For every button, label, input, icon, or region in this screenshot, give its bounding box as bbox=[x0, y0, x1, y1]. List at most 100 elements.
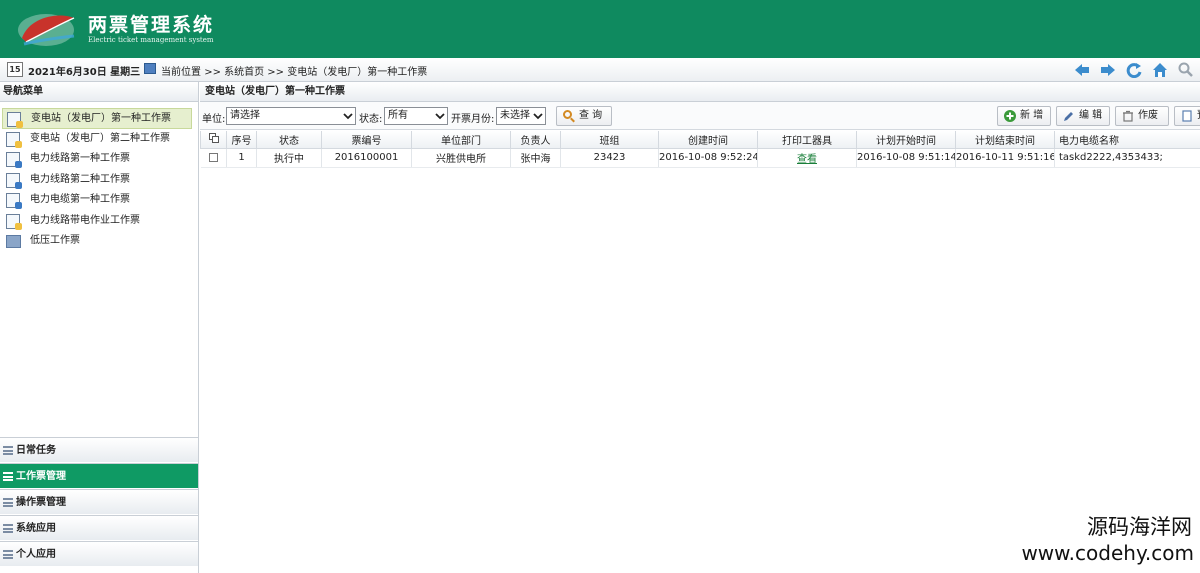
nav-item-substation-second[interactable]: 变电站（发电厂）第二种工作票 bbox=[2, 129, 192, 150]
app-header: 两票管理系统 Electric ticket management system bbox=[0, 0, 1200, 58]
section-label: 日常任务 bbox=[16, 445, 56, 456]
section-label: 工作票管理 bbox=[16, 471, 66, 482]
column-header-team: 班组 bbox=[560, 131, 659, 149]
section-system[interactable]: 系统应用 bbox=[0, 515, 198, 540]
nav-item-label: 电力线路带电作业工作票 bbox=[30, 214, 140, 226]
menu-icon bbox=[3, 550, 13, 559]
search-icon bbox=[563, 110, 572, 119]
section-label: 系统应用 bbox=[16, 523, 56, 534]
document-icon bbox=[6, 172, 22, 189]
back-arrow-icon[interactable] bbox=[1072, 60, 1092, 80]
ticket-table: 序号 状态 票编号 单位部门 负责人 班组 创建时间 打印工器具 计划开始时间 … bbox=[200, 131, 1200, 168]
unit-select[interactable]: 请选择 bbox=[226, 107, 356, 125]
forward-arrow-icon[interactable] bbox=[1098, 60, 1118, 80]
nav-item-line-first[interactable]: 电力线路第一种工作票 bbox=[2, 149, 192, 170]
stack-icon bbox=[6, 235, 21, 248]
search-icon[interactable] bbox=[1176, 60, 1196, 80]
watermark-line1: 源码海洋网 bbox=[1087, 515, 1192, 539]
cell-owner: 张中海 bbox=[510, 148, 561, 168]
nav-item-label: 变电站（发电厂）第二种工作票 bbox=[30, 132, 170, 144]
leaf-logo-icon bbox=[18, 14, 75, 46]
section-daily-tasks[interactable]: 日常任务 bbox=[0, 437, 198, 462]
nav-item-substation-first[interactable]: 变电站（发电厂）第一种工作票 bbox=[2, 108, 192, 129]
void-label: 作废 bbox=[1138, 110, 1158, 121]
status-select[interactable]: 所有 bbox=[384, 107, 448, 125]
column-header-status: 状态 bbox=[256, 131, 322, 149]
query-button[interactable]: 查 询 bbox=[556, 106, 612, 126]
column-header-cable-name: 电力电缆名称 bbox=[1054, 131, 1200, 149]
add-button[interactable]: 新 增 bbox=[997, 106, 1051, 126]
preview-button[interactable]: 预 bbox=[1174, 106, 1200, 126]
nav-item-line-second[interactable]: 电力线路第二种工作票 bbox=[2, 170, 192, 191]
cell-print-tools: 查看 bbox=[757, 148, 857, 168]
pencil-icon bbox=[1064, 112, 1073, 121]
menu-icon bbox=[3, 472, 13, 481]
page-title: 变电站（发电厂）第一种工作票 bbox=[200, 82, 1200, 102]
cell-department: 兴胜供电所 bbox=[411, 148, 511, 168]
cell-team: 23423 bbox=[560, 148, 659, 168]
current-date: 2021年6月30日 星期三 bbox=[28, 67, 141, 78]
breadcrumb: 当前位置 >> 系统首页 >> 变电站（发电厂）第一种工作票 bbox=[161, 63, 427, 78]
filter-bar: 单位: 请选择 状态: 所有 开票月份: 未选择 查 询 新 增 编 辑 作废 bbox=[200, 102, 1200, 130]
nav-list: 变电站（发电厂）第一种工作票 变电站（发电厂）第二种工作票 电力线路第一种工作票… bbox=[0, 102, 198, 252]
month-select-value: 未选择 bbox=[500, 110, 530, 121]
document-icon bbox=[6, 213, 22, 230]
calendar-icon: 15 bbox=[7, 62, 23, 77]
status-label: 状态: bbox=[359, 114, 383, 125]
nav-item-live-work[interactable]: 电力线路带电作业工作票 bbox=[2, 211, 192, 232]
refresh-icon[interactable] bbox=[1124, 60, 1144, 80]
status-select-value: 所有 bbox=[388, 110, 408, 121]
home-icon[interactable] bbox=[1150, 60, 1170, 80]
app-subtitle: Electric ticket management system bbox=[88, 36, 214, 44]
cell-cable-name: taskd2222,4353433; bbox=[1054, 148, 1200, 168]
document-icon bbox=[6, 193, 22, 209]
row-checkbox[interactable] bbox=[200, 148, 227, 168]
column-header-created: 创建时间 bbox=[658, 131, 758, 149]
main-panel: 变电站（发电厂）第一种工作票 单位: 请选择 状态: 所有 开票月份: 未选择 … bbox=[200, 82, 1200, 573]
cell-status: 执行中 bbox=[256, 148, 322, 168]
plus-icon bbox=[1004, 110, 1016, 122]
column-header-owner: 负责人 bbox=[510, 131, 561, 149]
nav-item-label: 电力线路第一种工作票 bbox=[30, 153, 130, 164]
month-select[interactable]: 未选择 bbox=[496, 107, 546, 125]
checkbox[interactable] bbox=[208, 152, 218, 162]
add-label: 新 增 bbox=[1020, 110, 1044, 121]
document-icon bbox=[6, 152, 22, 168]
cell-index: 1 bbox=[226, 148, 257, 168]
column-header-department: 单位部门 bbox=[411, 131, 511, 149]
column-header-plan-end: 计划结束时间 bbox=[955, 131, 1055, 149]
nav-item-cable-first[interactable]: 电力电缆第一种工作票 bbox=[2, 190, 192, 211]
month-label: 开票月份: bbox=[451, 114, 495, 125]
nav-item-label: 低压工作票 bbox=[30, 235, 80, 246]
menu-icon bbox=[3, 446, 13, 455]
menu-icon bbox=[3, 498, 13, 507]
chevron-down-icon bbox=[343, 113, 353, 120]
table-row[interactable]: 1 执行中 2016100001 兴胜供电所 张中海 23423 2016-10… bbox=[200, 148, 1200, 168]
void-button[interactable]: 作废 bbox=[1115, 106, 1169, 126]
view-link[interactable]: 查看 bbox=[797, 154, 817, 165]
sidebar-title: 导航菜单 bbox=[0, 82, 198, 102]
edit-label: 编 辑 bbox=[1079, 110, 1103, 121]
cell-ticket-no: 2016100001 bbox=[321, 148, 412, 168]
watermark: 源码海洋网 www.codehy.com bbox=[1021, 511, 1194, 565]
copy-icon bbox=[208, 132, 219, 143]
edit-button[interactable]: 编 辑 bbox=[1056, 106, 1110, 126]
nav-item-label: 电力线路第二种工作票 bbox=[30, 173, 130, 185]
chevron-down-icon bbox=[435, 113, 445, 120]
select-all-header[interactable] bbox=[200, 131, 227, 149]
section-work-ticket[interactable]: 工作票管理 bbox=[0, 463, 198, 488]
document-icon bbox=[6, 131, 22, 148]
section-operation-ticket[interactable]: 操作票管理 bbox=[0, 489, 198, 514]
cell-created: 2016-10-08 9:52:24 bbox=[658, 148, 758, 168]
app-title: 两票管理系统 bbox=[88, 14, 215, 36]
document-icon bbox=[7, 112, 23, 128]
sidebar: 导航菜单 变电站（发电厂）第一种工作票 变电站（发电厂）第二种工作票 电力线路第… bbox=[0, 82, 199, 573]
top-toolbar bbox=[1072, 60, 1196, 80]
breadcrumb-path[interactable]: >> 系统首页 >> 变电站（发电厂）第一种工作票 bbox=[204, 67, 427, 78]
location-label: 当前位置 bbox=[161, 67, 201, 78]
unit-label: 单位: bbox=[202, 114, 226, 125]
column-header-print-tools: 打印工器具 bbox=[757, 131, 857, 149]
section-personal[interactable]: 个人应用 bbox=[0, 541, 198, 566]
unit-select-value: 请选择 bbox=[230, 110, 260, 121]
nav-item-low-voltage[interactable]: 低压工作票 bbox=[2, 231, 192, 252]
